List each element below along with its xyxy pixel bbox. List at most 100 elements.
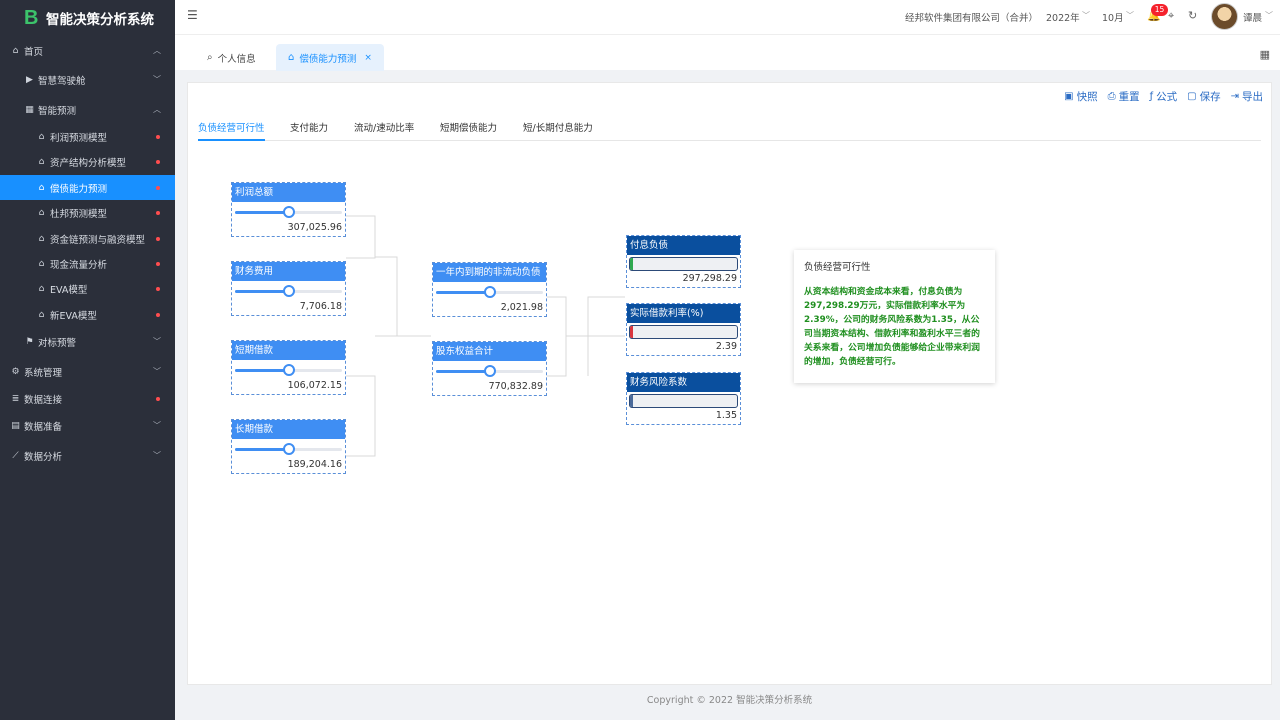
value-slider[interactable] <box>235 360 342 378</box>
play-icon: ▶ <box>26 74 33 85</box>
sidebar: B 智能决策分析系统 ⌂ 首页 ︿ ▶ 智慧驾驶舱 ﹀ ▦ 智能预测 ︿ ⌂ 利润预测模型 ⌂ 资产结构… <box>0 0 175 720</box>
slider-handle[interactable] <box>483 365 496 377</box>
connector <box>346 215 376 259</box>
sidebar-item-label: 数据连接 <box>24 394 63 406</box>
value-slider[interactable] <box>235 202 342 220</box>
slider-handle[interactable] <box>282 443 295 455</box>
sidebar-item-label: 智能预测 <box>38 105 77 117</box>
home-icon: ⌂ <box>38 233 45 244</box>
sidebar-item-label: 数据分析 <box>24 451 63 463</box>
sidebar-item[interactable]: ⌂ EVA模型 <box>0 276 175 301</box>
sidebar-item[interactable]: ▶ 智慧驾驶舱 ﹀ <box>0 67 175 92</box>
status-dot <box>156 287 160 291</box>
card-value: 770,832.89 <box>488 381 543 392</box>
chevron-down-icon: ﹀ <box>153 421 161 430</box>
sidebar-item-label: 资产结构分析模型 <box>50 157 127 169</box>
card-title: 实际借款利率(%) <box>627 304 740 323</box>
analysis-panel: 负债经营可行性 从资本结构和资金成本来看，付息负债为297,298.29万元，实… <box>794 250 995 383</box>
progress-fill <box>630 258 634 270</box>
home-icon: ⌂ <box>12 45 19 56</box>
output-card: 付息负债 297,298.29 <box>626 235 741 288</box>
card-value: 7,706.18 <box>299 301 342 312</box>
card-value: 297,298.29 <box>682 273 737 284</box>
input-card: 长期借款 189,204.16 <box>231 419 346 474</box>
sidebar-item-label: 新EVA模型 <box>50 310 97 322</box>
sidebar-item[interactable]: ⚙ 系统管理 ﹀ <box>0 359 175 384</box>
value-slider[interactable] <box>436 282 543 300</box>
status-dot <box>156 135 160 139</box>
slider-handle[interactable] <box>282 206 295 218</box>
tab-label: 偿债能力预测 <box>299 53 357 65</box>
page-tabs-bar: ⌕ 个人信息 ⌂ 偿债能力预测 × ▦ <box>175 34 1280 71</box>
sidebar-item-label: 资金链预测与融资模型 <box>50 234 146 246</box>
card-value: 189,204.16 <box>287 459 342 470</box>
connector <box>566 296 625 337</box>
slider-handle[interactable] <box>282 285 295 297</box>
app-logo[interactable]: B 智能决策分析系统 <box>0 0 175 36</box>
slider-fill <box>235 290 289 293</box>
home-icon: ⌂ <box>38 258 45 269</box>
progress-bar <box>629 325 738 339</box>
user-avatar[interactable] <box>1211 3 1238 30</box>
sidebar-item-label: 系统管理 <box>24 367 63 379</box>
status-dot <box>156 313 160 317</box>
sidebar-item-label: 对标预警 <box>38 337 77 349</box>
tab-solvency-forecast[interactable]: ⌂ 偿债能力预测 × <box>276 44 384 71</box>
sidebar-item[interactable]: ⌂ 现金流量分析 <box>0 251 175 276</box>
slider-handle[interactable] <box>282 364 295 376</box>
home-icon: ⌂ <box>38 156 45 167</box>
pin-icon[interactable]: ⌖ <box>1168 9 1174 23</box>
input-card: 财务费用 7,706.18 <box>231 261 346 316</box>
card-title: 短期借款 <box>232 341 345 360</box>
notification-badge: 15 <box>1151 4 1168 16</box>
card-title: 股东权益合计 <box>433 342 546 361</box>
value-slider[interactable] <box>235 439 342 457</box>
sidebar-item[interactable]: ▤ 数据准备 ﹀ <box>0 413 175 438</box>
search-icon: ⌕ <box>207 52 213 63</box>
company-selector[interactable]: 经邦软件集团有限公司（合并） <box>905 10 1038 24</box>
sidebar-item[interactable]: ▦ 智能预测 ︿ <box>0 97 175 122</box>
slider-handle[interactable] <box>483 286 496 298</box>
sidebar-item-label: EVA模型 <box>50 284 88 296</box>
refresh-icon[interactable]: ↻ <box>1188 9 1197 22</box>
card-title: 长期借款 <box>232 420 345 439</box>
sidebar-item-label: 利润预测模型 <box>50 132 108 144</box>
sidebar-item[interactable]: ⌂ 偿债能力预测 <box>0 175 175 200</box>
username[interactable]: 谭晨 <box>1243 10 1262 24</box>
top-header: ☰ 经邦软件集团有限公司（合并） 2022年 ﹀ 10月 ﹀ 🔔 15 ⌖ ↻ … <box>175 0 1280 34</box>
status-dot <box>156 186 160 190</box>
main-content: ▣ 快照 ⎙ 重置 ƒ 公式 ▢ 保存 ⇥ 导出 负债经营可行性 支付能力 流动/速动比率 短期偿债能力… <box>187 82 1272 685</box>
slider-fill <box>235 211 289 214</box>
sidebar-footer <box>0 575 175 720</box>
home-icon: ⌂ <box>288 52 295 63</box>
sidebar-item[interactable]: ⌂ 利润预测模型 <box>0 124 175 149</box>
chevron-down-icon: ﹀ <box>153 367 161 376</box>
close-icon[interactable]: × <box>364 53 372 63</box>
menu-fold-icon[interactable]: ☰ <box>187 8 201 24</box>
sidebar-item[interactable]: ⌂ 资金链预测与融资模型 <box>0 226 175 251</box>
sidebar-item[interactable]: ⌂ 新EVA模型 <box>0 302 175 327</box>
output-card: 实际借款利率(%) 2.39 <box>626 303 741 356</box>
status-dot <box>156 262 160 266</box>
slider-fill <box>436 370 490 373</box>
analysis-text: 从资本结构和资金成本来看，付息负债为297,298.29万元，实际借款利率水平为… <box>804 287 980 367</box>
year-selector[interactable]: 2022年 <box>1046 10 1080 24</box>
sidebar-item[interactable]: ⌂ 杜邦预测模型 <box>0 200 175 225</box>
sidebar-item-label: 杜邦预测模型 <box>50 208 108 220</box>
sidebar-item[interactable]: ⚑ 对标预警 ﹀ <box>0 329 175 354</box>
sidebar-item[interactable]: ≣ 数据连接 <box>0 386 175 411</box>
grid-menu-icon[interactable]: ▦ <box>1260 48 1270 61</box>
value-slider[interactable] <box>436 361 543 379</box>
sidebar-item[interactable]: ⌂ 资产结构分析模型 <box>0 149 175 174</box>
card-title: 付息负债 <box>627 236 740 255</box>
grid-icon: ▦ <box>25 104 34 115</box>
sidebar-item[interactable]: ⌂ 首页 ︿ <box>0 38 175 63</box>
home-icon: ⌂ <box>38 309 45 320</box>
sidebar-item[interactable]: ⟋ 数据分析 ﹀ <box>0 443 175 468</box>
month-selector[interactable]: 10月 <box>1102 10 1124 24</box>
value-slider[interactable] <box>235 281 342 299</box>
tab-personal-info[interactable]: ⌕ 个人信息 <box>195 44 268 71</box>
card-title: 一年内到期的非流动负债 <box>433 263 546 282</box>
sidebar-item-label: 智慧驾驶舱 <box>38 75 86 87</box>
input-card: 一年内到期的非流动负债 2,021.98 <box>432 262 547 317</box>
